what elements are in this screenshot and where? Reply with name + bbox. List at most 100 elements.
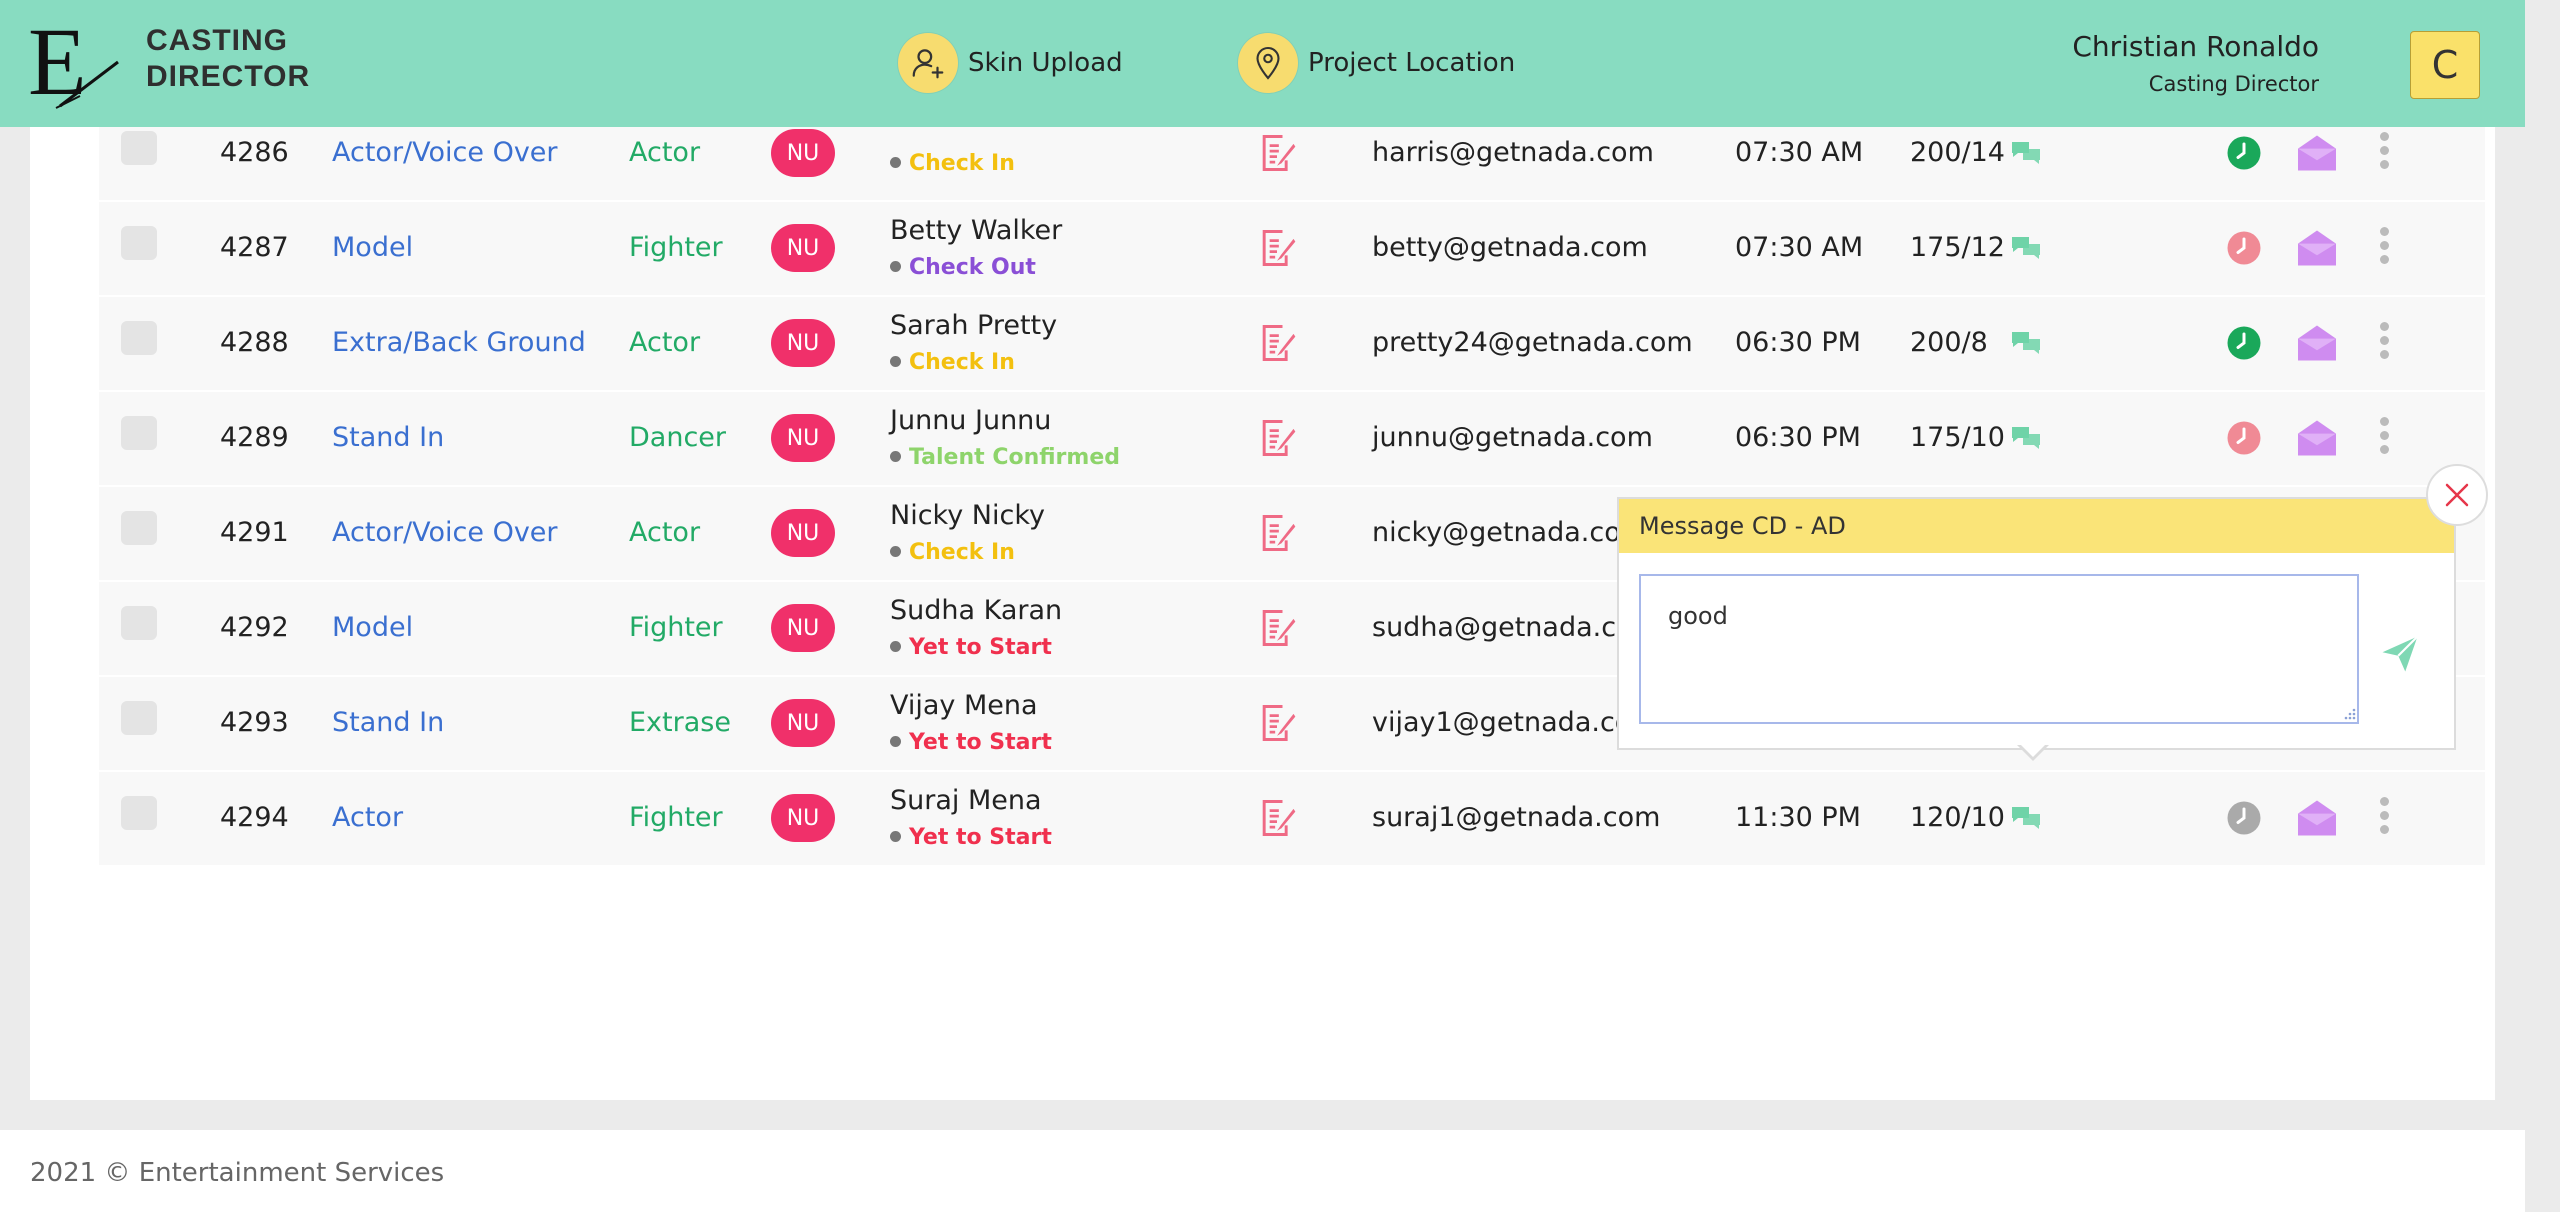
map-pin-icon [1238, 33, 1298, 93]
clock-icon[interactable] [2226, 135, 2262, 171]
row-more-menu[interactable] [2376, 415, 2392, 461]
brand-name: CASTING DIRECTOR [146, 23, 310, 95]
row-category[interactable]: Stand In [332, 707, 444, 738]
brand-line-1: CASTING [146, 24, 288, 57]
row-name: Vijay Mena [890, 690, 1038, 721]
row-checkbox[interactable] [121, 321, 157, 355]
table-row[interactable]: 4287 Model Fighter NU Betty Walker Check… [99, 202, 2485, 297]
row-more-menu[interactable] [2376, 130, 2392, 176]
row-status-label: Check In [909, 350, 1015, 375]
chat-bubbles-icon[interactable] [2009, 328, 2043, 358]
row-ratio: 200/14 [1910, 137, 2005, 168]
row-status-label: Check In [909, 151, 1015, 176]
row-id: 4289 [220, 422, 289, 453]
row-status: Check Out [890, 255, 1036, 280]
edit-document-icon[interactable] [1255, 321, 1299, 365]
chat-bubbles-icon[interactable] [2009, 803, 2043, 833]
row-category[interactable]: Stand In [332, 422, 444, 453]
chat-bubbles-icon[interactable] [2009, 233, 2043, 263]
row-time: 11:30 PM [1735, 802, 1861, 833]
nav-skin-upload[interactable]: Skin Upload [898, 33, 1123, 93]
row-checkbox[interactable] [121, 606, 157, 640]
user-name: Christian Ronaldo [2072, 30, 2319, 63]
edit-document-icon[interactable] [1255, 131, 1299, 175]
clock-icon[interactable] [2226, 325, 2262, 361]
row-badge: NU [771, 604, 835, 652]
row-checkbox[interactable] [121, 796, 157, 830]
row-email: suraj1@getnada.com [1372, 802, 1661, 833]
edit-document-icon[interactable] [1255, 701, 1299, 745]
send-icon[interactable] [2379, 633, 2421, 675]
close-popup-button[interactable] [2426, 464, 2488, 526]
row-checkbox[interactable] [121, 511, 157, 545]
clock-icon[interactable] [2226, 230, 2262, 266]
status-dot [890, 640, 901, 652]
row-role: Actor [629, 327, 701, 358]
table-row[interactable]: 4289 Stand In Dancer NU Junnu Junnu Tale… [99, 392, 2485, 487]
edit-document-icon[interactable] [1255, 606, 1299, 650]
popup-pointer [2017, 743, 2049, 761]
open-envelope-icon[interactable] [2296, 324, 2338, 362]
row-ratio: 175/10 [1910, 422, 2005, 453]
row-id: 4294 [220, 802, 289, 833]
row-more-menu[interactable] [2376, 320, 2392, 366]
row-more-menu[interactable] [2376, 225, 2392, 271]
logo-letter: E [28, 14, 87, 110]
row-checkbox[interactable] [121, 131, 157, 165]
row-role: Fighter [629, 802, 723, 833]
row-status: Check In [890, 350, 1015, 375]
row-email: sudha@getnada.com [1372, 612, 1659, 643]
row-time: 07:30 AM [1735, 232, 1864, 263]
row-status-label: Yet to Start [909, 730, 1052, 755]
open-envelope-icon[interactable] [2296, 419, 2338, 457]
row-role: Dancer [629, 422, 727, 453]
row-category[interactable]: Actor [332, 802, 403, 833]
open-envelope-icon[interactable] [2296, 229, 2338, 267]
row-category[interactable]: Actor/Voice Over [332, 517, 558, 548]
row-checkbox[interactable] [121, 226, 157, 260]
row-status: Check In [890, 151, 1015, 176]
open-envelope-icon[interactable] [2296, 799, 2338, 837]
row-more-menu[interactable] [2376, 795, 2392, 841]
status-dot [890, 545, 901, 557]
resize-grip-icon[interactable] [2341, 705, 2357, 721]
row-time: 06:30 PM [1735, 327, 1861, 358]
row-status: Yet to Start [890, 635, 1052, 660]
close-icon [2445, 483, 2469, 507]
clock-icon[interactable] [2226, 800, 2262, 836]
edit-document-icon[interactable] [1255, 796, 1299, 840]
nav-project-location[interactable]: Project Location [1238, 33, 1515, 93]
status-dot [890, 830, 901, 842]
row-checkbox[interactable] [121, 416, 157, 450]
chat-bubbles-icon[interactable] [2009, 423, 2043, 453]
edit-document-icon[interactable] [1255, 416, 1299, 460]
table-row[interactable]: 4288 Extra/Back Ground Actor NU Sarah Pr… [99, 297, 2485, 392]
row-category[interactable]: Extra/Back Ground [332, 327, 586, 358]
row-role: Fighter [629, 232, 723, 263]
table-row[interactable]: 4294 Actor Fighter NU Suraj Mena Yet to … [99, 772, 2485, 867]
row-checkbox[interactable] [121, 701, 157, 735]
user-avatar[interactable]: C [2410, 31, 2480, 99]
row-badge: NU [771, 699, 835, 747]
nav-skin-upload-label: Skin Upload [968, 48, 1123, 78]
status-dot [890, 735, 901, 747]
app-header: E CASTING DIRECTOR Skin Upload Project L… [0, 0, 2525, 127]
page-scrollbar[interactable] [2525, 0, 2560, 1212]
row-name: Betty Walker [890, 215, 1063, 246]
message-input[interactable]: good [1639, 574, 2359, 724]
brand-logo[interactable]: E [28, 14, 128, 110]
row-category[interactable]: Model [332, 612, 413, 643]
row-category[interactable]: Model [332, 232, 413, 263]
edit-document-icon[interactable] [1255, 226, 1299, 270]
status-dot [890, 260, 901, 272]
row-time: 06:30 PM [1735, 422, 1861, 453]
row-email: junnu@getnada.com [1372, 422, 1653, 453]
edit-document-icon[interactable] [1255, 511, 1299, 555]
nav-project-location-label: Project Location [1308, 48, 1516, 78]
open-envelope-icon[interactable] [2296, 134, 2338, 172]
clock-icon[interactable] [2226, 420, 2262, 456]
row-category[interactable]: Actor/Voice Over [332, 137, 558, 168]
row-id: 4292 [220, 612, 289, 643]
row-email: betty@getnada.com [1372, 232, 1648, 263]
chat-bubbles-icon[interactable] [2009, 138, 2043, 168]
